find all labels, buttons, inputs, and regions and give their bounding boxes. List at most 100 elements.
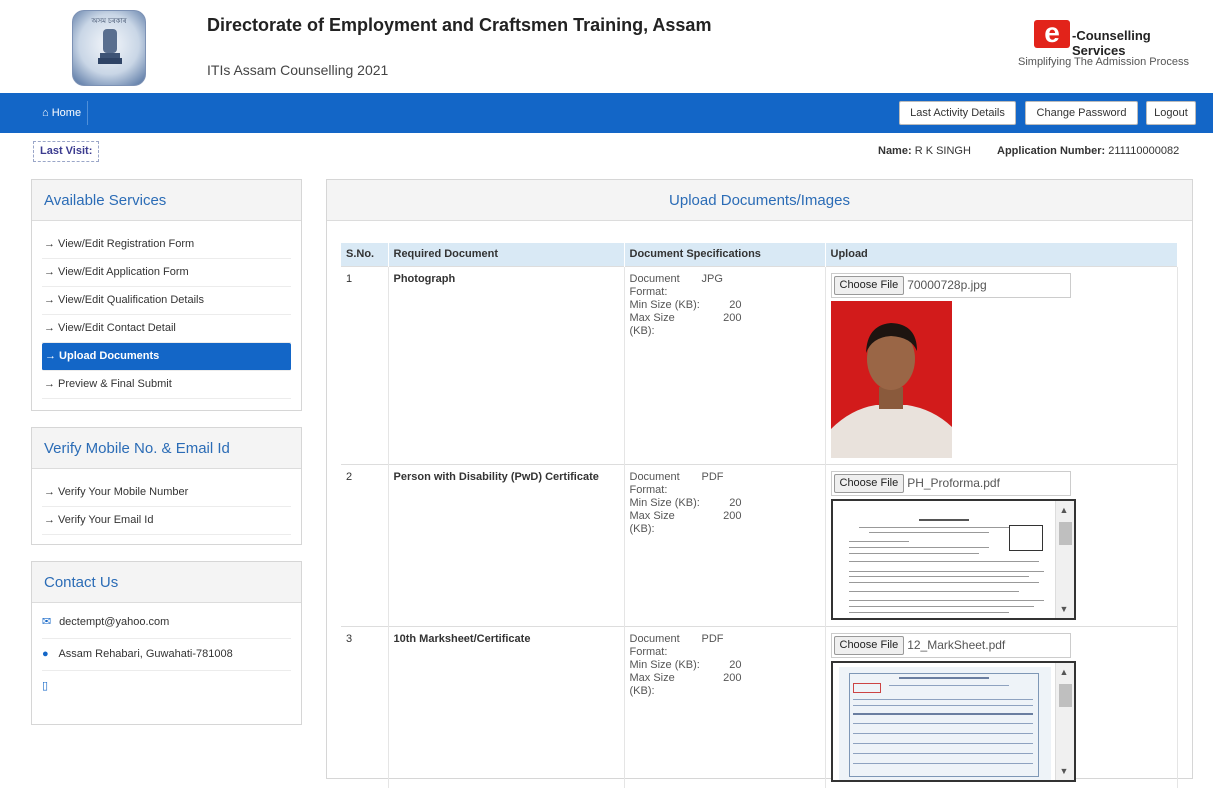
contact-email[interactable]: dectempt@yahoo.com xyxy=(59,616,169,628)
spec-min-label: Min Size (KB): xyxy=(629,298,700,311)
lion-capital-icon xyxy=(98,29,122,64)
table-header-row: S.No. Required Document Document Specifi… xyxy=(341,243,1178,266)
pwd-file-input[interactable]: Choose File PH_Proforma.pdf xyxy=(830,470,1071,496)
contact-panel: Contact Us ✉ dectempt@yahoo.com ● Assam … xyxy=(31,561,302,725)
table-row: 1 Photograph Document Format: JPG Min Siz… xyxy=(341,265,1178,464)
row-sno: 3 xyxy=(341,625,389,788)
sidebar-item-contact[interactable]: → View/Edit Contact Detail xyxy=(42,315,291,343)
sidebar-item-qualification[interactable]: → View/Edit Qualification Details xyxy=(42,287,291,315)
user-name-info: Name: R K SINGH xyxy=(878,145,971,157)
choose-file-button[interactable]: Choose File xyxy=(833,635,905,655)
sidebar-item-registration[interactable]: → View/Edit Registration Form xyxy=(42,231,291,259)
page-title: Directorate of Employment and Craftsmen … xyxy=(207,15,712,35)
pdf-preview-pwd[interactable]: ▲ ▼ xyxy=(830,498,1076,620)
photo-file-input[interactable]: Choose File 70000728p.jpg xyxy=(830,272,1071,298)
spec-max-value: 200 xyxy=(723,311,742,324)
spec-format-value: PDF xyxy=(701,632,724,645)
mobile-icon: ▯ xyxy=(42,680,49,692)
upload-title: Upload Documents/Images xyxy=(327,180,1192,221)
choose-file-button[interactable]: Choose File xyxy=(833,473,905,493)
spec-format-value: JPG xyxy=(701,272,723,285)
spec-format-label: Document Format: xyxy=(629,272,680,298)
selected-file-name: 70000728p.jpg xyxy=(907,278,987,292)
col-sno: S.No. xyxy=(341,243,389,266)
row-specs: Document Format: PDF Min Size (KB): 20 Max… xyxy=(624,463,826,626)
application-value: 211110000082 xyxy=(1108,145,1180,157)
col-required-document: Required Document xyxy=(388,243,625,266)
pdf-scrollbar[interactable]: ▲ ▼ xyxy=(1054,500,1074,618)
name-label: Name: xyxy=(878,145,912,157)
verify-email-link[interactable]: → Verify Your Email Id xyxy=(42,507,291,535)
row-specs: Document Format: PDF Min Size (KB): 20 Max… xyxy=(624,625,826,788)
home-icon: ⌂ xyxy=(42,107,49,119)
contact-address-row: ● Assam Rehabari, Guwahati-781008 xyxy=(42,639,291,671)
contact-address: Assam Rehabari, Guwahati-781008 xyxy=(58,648,233,660)
envelope-icon: ✉ xyxy=(42,616,52,628)
spec-format-value: PDF xyxy=(701,470,724,483)
pdf-page-thumbnail xyxy=(838,666,1051,780)
services-panel: Available Services → View/Edit Registrat… xyxy=(31,179,302,411)
photo-preview xyxy=(830,300,952,458)
selected-file-name: PH_Proforma.pdf xyxy=(907,476,1000,490)
pdf-page-thumbnail xyxy=(838,504,1051,618)
contact-email-row: ✉ dectempt@yahoo.com xyxy=(42,607,291,639)
row-document-name: Photograph xyxy=(388,265,625,464)
spec-max-label: Max Size (KB): xyxy=(629,509,675,535)
top-navbar: ⌂ Home Last Activity Details Change Pass… xyxy=(0,93,1213,133)
row-document-name: Person with Disability (PwD) Certificate xyxy=(388,463,625,626)
scroll-up-icon[interactable]: ▲ xyxy=(1060,667,1069,677)
spec-max-label: Max Size (KB): xyxy=(629,671,675,697)
spec-min-value: 20 xyxy=(729,496,742,509)
emblem-text: অসম চৰকাৰ xyxy=(91,18,127,25)
pdf-scrollbar[interactable]: ▲ ▼ xyxy=(1054,662,1074,780)
col-specifications: Document Specifications xyxy=(624,243,826,266)
row-upload-cell: Choose File PH_Proforma.pdf ▲ ▼ xyxy=(825,463,1178,626)
spec-max-label: Max Size (KB): xyxy=(629,311,675,337)
documents-table: S.No. Required Document Document Specifi… xyxy=(341,243,1178,788)
table-row: 3 10th Marksheet/Certificate Document Fo… xyxy=(341,625,1178,788)
scroll-thumb[interactable] xyxy=(1058,521,1072,545)
ecounselling-brand: e -Counselling Services Simplifying The … xyxy=(1005,19,1195,80)
row-upload-cell: Choose File 70000728p.jpg xyxy=(825,265,1178,464)
person-photo-icon xyxy=(830,300,952,458)
row-upload-cell: Choose File 12_MarkSheet.pdf ▲ ▼ xyxy=(825,625,1178,788)
page-header: অসম চৰকাৰ Directorate of Employment and … xyxy=(0,0,1213,93)
spec-format-label: Document Format: xyxy=(629,470,680,496)
verify-panel: Verify Mobile No. & Email Id → Verify Yo… xyxy=(31,427,302,545)
upload-documents-panel: Upload Documents/Images S.No. Required D… xyxy=(326,179,1193,788)
sidebar-item-application[interactable]: → View/Edit Application Form xyxy=(42,259,291,287)
assam-emblem-logo: অসম চৰকাৰ xyxy=(72,10,146,86)
application-number-info: Application Number: 211110000082 xyxy=(997,145,1179,157)
sidebar-item-upload[interactable]: → Upload Documents xyxy=(42,343,291,371)
col-upload: Upload xyxy=(825,243,1178,266)
map-marker-icon: ● xyxy=(42,648,49,660)
page-subtitle: ITIs Assam Counselling 2021 xyxy=(207,62,389,78)
row-specs: Document Format: JPG Min Size (KB): 20 Max… xyxy=(624,265,826,464)
scroll-down-icon[interactable]: ▼ xyxy=(1060,766,1069,776)
selected-file-name: 12_MarkSheet.pdf xyxy=(907,638,1006,652)
table-row: 2 Person with Disability (PwD) Certifica… xyxy=(341,463,1178,626)
pdf-preview-marksheet[interactable]: ▲ ▼ xyxy=(830,660,1076,782)
logout-button[interactable]: Logout xyxy=(1146,101,1196,125)
spec-max-value: 200 xyxy=(723,671,742,684)
spec-min-value: 20 xyxy=(729,298,742,311)
spec-max-value: 200 xyxy=(723,509,742,522)
scroll-down-icon[interactable]: ▼ xyxy=(1060,604,1069,614)
nav-home-link[interactable]: ⌂ Home xyxy=(36,101,89,125)
scroll-thumb[interactable] xyxy=(1058,683,1072,707)
services-title: Available Services xyxy=(32,180,301,221)
last-activity-button[interactable]: Last Activity Details xyxy=(899,101,1016,125)
verify-mobile-link[interactable]: → Verify Your Mobile Number xyxy=(42,479,291,507)
brand-tagline: Simplifying The Admission Process xyxy=(1018,56,1189,68)
spec-min-label: Min Size (KB): xyxy=(629,658,700,671)
last-visit-badge: Last Visit: xyxy=(33,141,100,162)
choose-file-button[interactable]: Choose File xyxy=(833,275,905,295)
spec-min-label: Min Size (KB): xyxy=(629,496,700,509)
change-password-button[interactable]: Change Password xyxy=(1025,101,1138,125)
sidebar-item-preview[interactable]: → Preview & Final Submit xyxy=(42,371,291,399)
contact-title: Contact Us xyxy=(32,562,301,603)
marksheet-file-input[interactable]: Choose File 12_MarkSheet.pdf xyxy=(830,632,1071,658)
spec-format-label: Document Format: xyxy=(629,632,680,658)
scroll-up-icon[interactable]: ▲ xyxy=(1060,505,1069,515)
brand-label: -Counselling Services xyxy=(1072,28,1151,58)
